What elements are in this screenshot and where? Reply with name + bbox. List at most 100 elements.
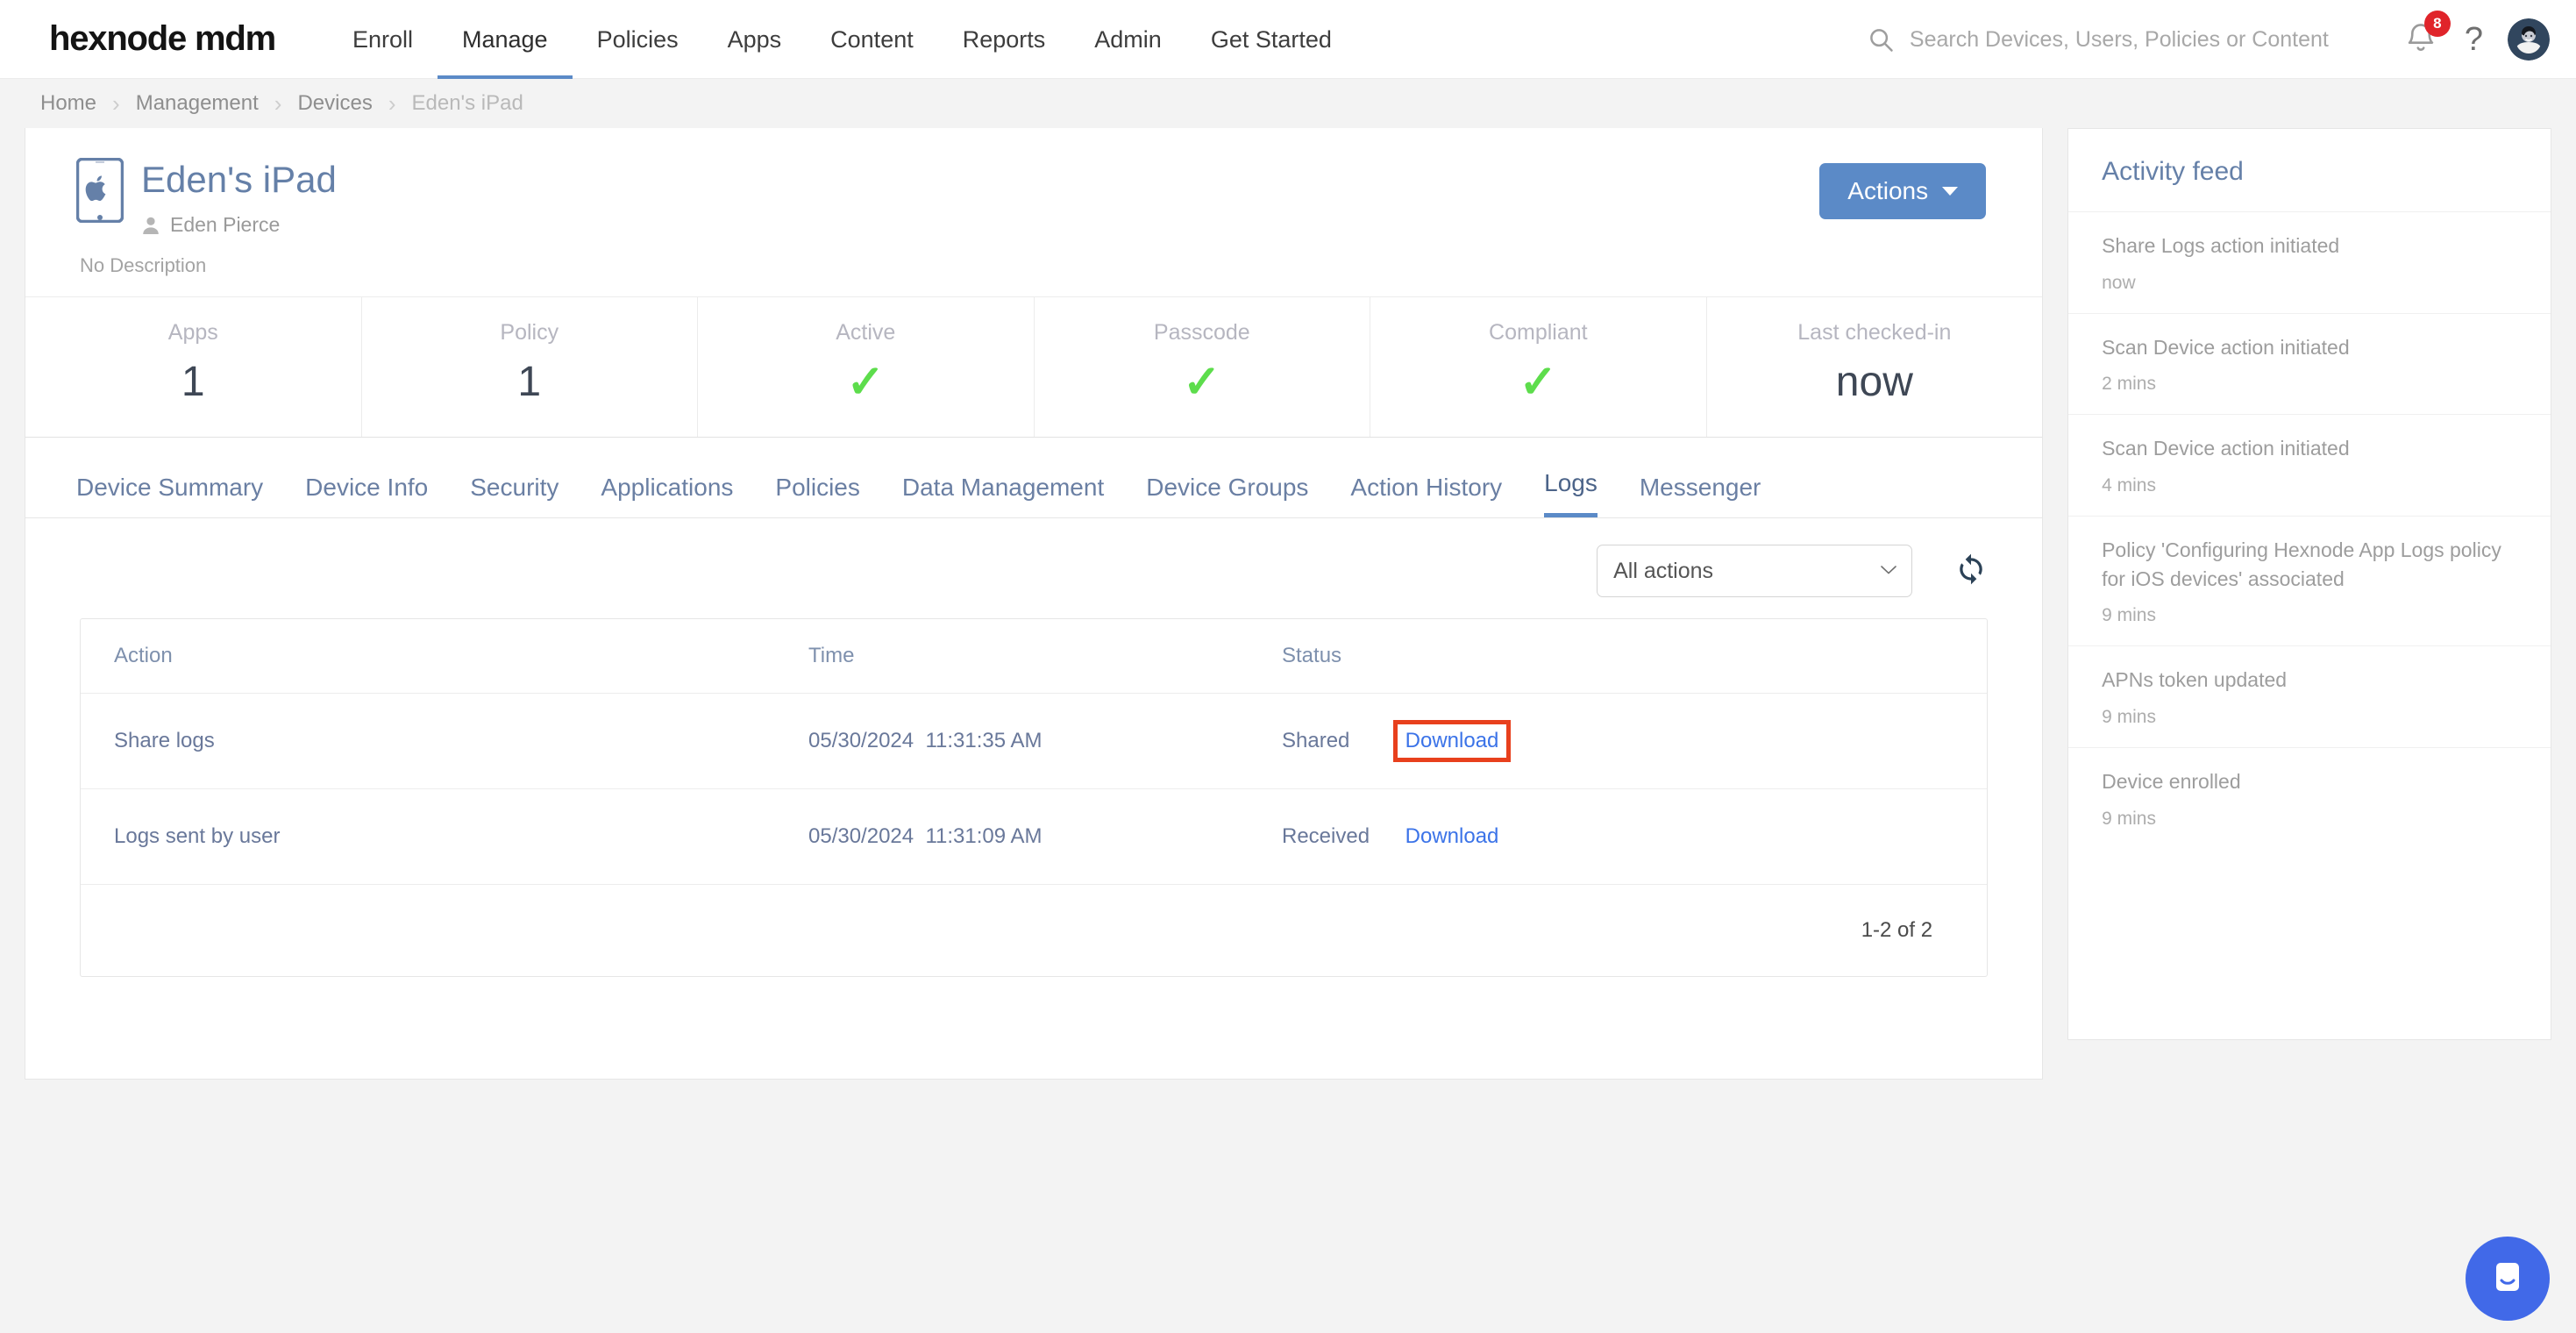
nav-item-apps[interactable]: Apps [703, 0, 807, 79]
activity-time: 9 mins [2102, 808, 2156, 829]
logs-table: Action Time Status Share logs 05/30/2024… [81, 619, 1988, 885]
tab-action-history[interactable]: Action History [1350, 474, 1502, 517]
cell-date: 05/30/2024 [808, 729, 914, 752]
stat-value: now [1835, 358, 1913, 405]
ipad-device-icon [75, 157, 125, 227]
activity-time: 9 mins [2102, 605, 2156, 626]
device-stats-row: Apps 1 Policy 1 Active ✓ Passcode ✓ Comp… [25, 296, 2043, 438]
cell-status: Received Download [1282, 788, 1988, 885]
check-icon: ✓ [1183, 357, 1221, 408]
top-navigation-bar: hexnode mdm Enroll Manage Policies Apps … [0, 0, 2576, 79]
avatar[interactable] [2508, 18, 2550, 61]
refresh-button[interactable] [1954, 552, 1988, 590]
activity-time: now [2102, 272, 2136, 293]
activity-text: APNs token updated [2102, 668, 2288, 692]
activity-text: Scan Device action initiated [2102, 437, 2350, 460]
nav-item-content[interactable]: Content [806, 0, 938, 79]
brand-logo[interactable]: hexnode mdm [49, 19, 276, 59]
list-item[interactable]: Scan Device action initiated 2 mins [2068, 312, 2551, 415]
main-nav-menu: Enroll Manage Policies Apps Content Repo… [328, 0, 1356, 79]
activity-text: Scan Device action initiated [2102, 335, 2350, 359]
status-badge: Received [1282, 824, 1370, 848]
breadcrumb-item-home[interactable]: Home [40, 91, 96, 116]
cell-timestamp: 11:31:35 AM [925, 729, 1042, 752]
device-tabs: Device Summary Device Info Security Appl… [25, 438, 2043, 518]
chevron-down-icon [1942, 187, 1959, 196]
search-input-placeholder[interactable]: Search Devices, Users, Policies or Conte… [1910, 27, 2329, 53]
global-search[interactable]: Search Devices, Users, Policies or Conte… [1868, 26, 2329, 53]
nav-item-get-started[interactable]: Get Started [1186, 0, 1356, 79]
notifications-button[interactable]: 8 [2403, 10, 2451, 61]
chat-bubble-icon [2485, 1254, 2530, 1304]
tab-policies[interactable]: Policies [775, 474, 859, 517]
action-filter-select[interactable]: All actions [1597, 545, 1913, 597]
status-badge: Shared [1282, 729, 1350, 752]
chat-support-button[interactable] [2466, 1237, 2550, 1321]
cell-time: 05/30/2024 11:31:09 AM [808, 788, 1282, 885]
stat-label: Compliant [1489, 320, 1588, 345]
column-header-action: Action [81, 619, 808, 694]
stat-policy: Policy 1 [362, 297, 699, 437]
list-item[interactable]: Policy 'Configuring Hexnode App Logs pol… [2068, 515, 2551, 645]
activity-text: Policy 'Configuring Hexnode App Logs pol… [2102, 538, 2501, 590]
breadcrumb-item-management[interactable]: Management [136, 91, 259, 116]
activity-feed-title: Activity feed [2102, 157, 2244, 186]
nav-item-manage[interactable]: Manage [438, 0, 573, 79]
activity-time: 9 mins [2102, 706, 2156, 727]
table-row: Share logs 05/30/2024 11:31:35 AM Shared… [81, 693, 1988, 789]
tab-device-info[interactable]: Device Info [305, 474, 428, 517]
cell-action: Logs sent by user [81, 788, 808, 885]
bell-icon [2403, 23, 2438, 60]
tab-logs[interactable]: Logs [1544, 469, 1598, 517]
check-icon: ✓ [846, 357, 886, 408]
page-layout: Eden's iPad Eden Pierce No Description A… [0, 128, 2576, 1080]
list-item[interactable]: Device enrolled 9 mins [2068, 746, 2551, 849]
user-icon [141, 216, 170, 235]
list-item[interactable]: APNs token updated 9 mins [2068, 645, 2551, 747]
stat-active: Active ✓ [698, 297, 1035, 437]
logs-panel: All actions Action Time Status Share log… [25, 518, 2043, 1026]
nav-item-admin[interactable]: Admin [1070, 0, 1186, 79]
download-link[interactable]: Download [1392, 720, 1512, 762]
stat-label: Policy [500, 320, 559, 345]
nav-item-policies[interactable]: Policies [573, 0, 703, 79]
device-description: No Description [80, 254, 207, 276]
device-owner-name: Eden Pierce [170, 213, 281, 236]
tab-security[interactable]: Security [470, 474, 559, 517]
pagination-info: 1-2 of 2 [1861, 918, 1933, 942]
tab-applications[interactable]: Applications [601, 474, 733, 517]
stat-last-checked-in: Last checked-in now [1707, 297, 2043, 437]
column-header-time: Time [808, 619, 1282, 694]
cell-timestamp: 11:31:09 AM [925, 824, 1042, 848]
breadcrumb-item-current: Eden's iPad [411, 91, 523, 115]
refresh-icon [1954, 552, 1988, 590]
stat-label: Active [836, 320, 896, 345]
breadcrumb-item-devices[interactable]: Devices [297, 91, 372, 116]
activity-text: Share Logs action initiated [2102, 234, 2340, 257]
nav-item-reports[interactable]: Reports [938, 0, 1071, 79]
activity-time: 4 mins [2102, 474, 2156, 495]
table-header-row: Action Time Status [81, 619, 1988, 694]
list-item[interactable]: Scan Device action initiated 4 mins [2068, 414, 2551, 516]
chevron-right-icon: › [388, 90, 396, 117]
search-icon [1868, 26, 1894, 53]
actions-button[interactable]: Actions [1819, 163, 1987, 219]
stat-value: 1 [517, 358, 542, 405]
stat-passcode: Passcode ✓ [1035, 297, 1371, 437]
stat-compliant: Compliant ✓ [1370, 297, 1707, 437]
cell-date: 05/30/2024 [808, 824, 914, 848]
nav-right-cluster: Search Devices, Users, Policies or Conte… [1868, 0, 2550, 79]
help-icon[interactable]: ? [2465, 23, 2483, 56]
tab-messenger[interactable]: Messenger [1640, 474, 1761, 517]
nav-item-enroll[interactable]: Enroll [328, 0, 438, 79]
tab-device-groups[interactable]: Device Groups [1146, 474, 1308, 517]
tab-device-summary[interactable]: Device Summary [76, 474, 263, 517]
tab-data-management[interactable]: Data Management [902, 474, 1104, 517]
breadcrumb: Home › Management › Devices › Eden's iPa… [0, 79, 2576, 128]
stat-apps: Apps 1 [25, 297, 362, 437]
cell-action: Share logs [81, 693, 808, 789]
page-title: Eden's iPad [141, 159, 337, 200]
download-link[interactable]: Download [1393, 816, 1512, 858]
list-item[interactable]: Share Logs action initiated now [2068, 211, 2551, 313]
chevron-right-icon: › [274, 90, 282, 117]
